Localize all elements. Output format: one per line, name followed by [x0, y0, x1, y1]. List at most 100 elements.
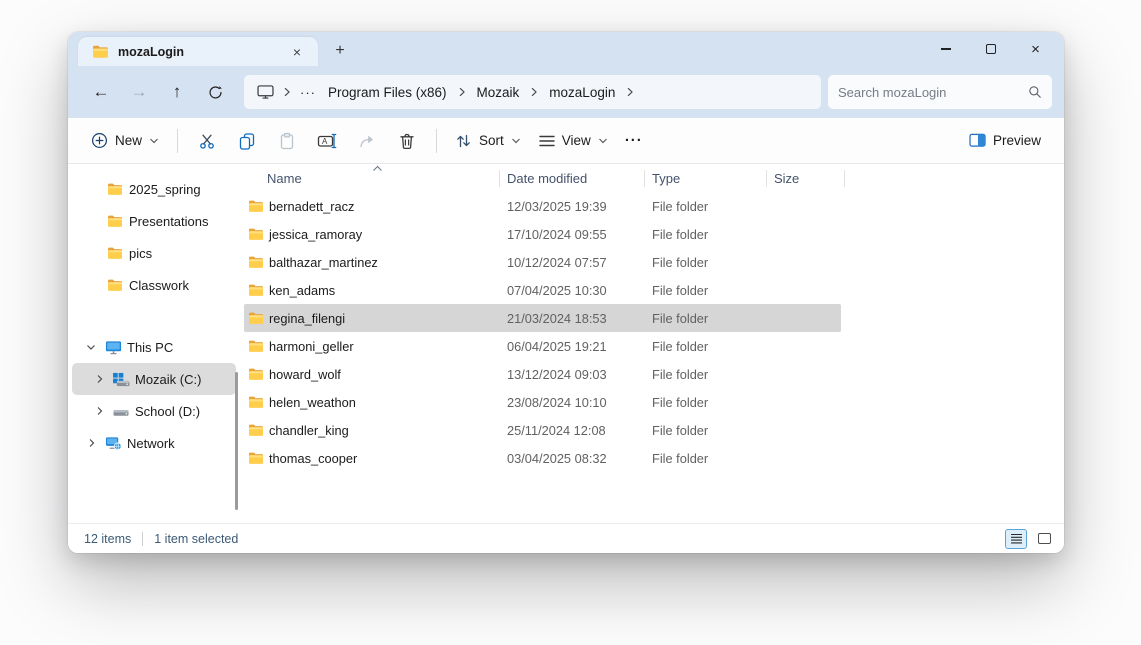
table-row[interactable]: howard_wolf 13/12/2024 09:03 File folder	[240, 360, 1064, 388]
breadcrumb-item-mozaik[interactable]: Mozaik	[470, 81, 527, 104]
sidebar-item-this-pc[interactable]: This PC	[72, 331, 236, 363]
table-row-selected[interactable]: regina_filengi 21/03/2024 18:53 File fol…	[240, 304, 1064, 332]
folder-icon	[248, 199, 264, 213]
sort-ascending-icon	[372, 165, 383, 172]
file-name: ken_adams	[269, 283, 335, 298]
folder-icon	[104, 246, 126, 260]
file-type: File folder	[645, 451, 767, 466]
date-modified: 25/11/2024 12:08	[500, 423, 645, 438]
breadcrumb-overflow-button[interactable]: ···	[295, 85, 321, 100]
chevron-right-icon	[279, 87, 295, 97]
view-button-label: View	[562, 133, 591, 148]
details-view-button[interactable]	[1005, 529, 1027, 549]
file-type: File folder	[645, 283, 767, 298]
sort-icon	[455, 133, 472, 149]
chevron-right-icon[interactable]	[80, 438, 102, 448]
minimize-button[interactable]	[923, 34, 968, 64]
file-type: File folder	[645, 255, 767, 270]
details-view-icon	[1010, 533, 1023, 544]
forward-button[interactable]: →	[120, 75, 158, 109]
file-type: File folder	[645, 199, 767, 214]
address-bar: ← → ↑ ··· Program Files (x86)	[68, 66, 1064, 118]
sidebar-item-label: This PC	[127, 340, 173, 355]
folder-icon	[248, 339, 264, 353]
search-input[interactable]	[838, 85, 1028, 100]
refresh-button[interactable]	[196, 75, 234, 109]
file-name: howard_wolf	[269, 367, 341, 382]
refresh-icon	[208, 85, 223, 100]
date-modified: 13/12/2024 09:03	[500, 367, 645, 382]
column-header-size[interactable]: Size	[767, 164, 845, 192]
status-bar: 12 items 1 item selected	[68, 523, 1064, 553]
sidebar-item-classwork[interactable]: Classwork	[72, 269, 236, 301]
list-lines-icon	[539, 134, 555, 148]
share-button[interactable]	[347, 123, 387, 159]
command-bar: New	[68, 118, 1064, 164]
table-row[interactable]: helen_weathon 23/08/2024 10:10 File fold…	[240, 388, 1064, 416]
column-header-name[interactable]: Name	[240, 164, 500, 192]
more-options-button[interactable]: ···	[617, 123, 651, 159]
new-button-label: New	[115, 133, 142, 148]
folder-icon	[92, 44, 109, 59]
search-icon[interactable]	[1028, 85, 1042, 99]
chevron-down-icon	[149, 136, 159, 145]
date-modified: 07/04/2025 10:30	[500, 283, 645, 298]
breadcrumb-item-program-files[interactable]: Program Files (x86)	[321, 81, 454, 104]
maximize-icon	[986, 44, 996, 54]
large-icons-view-button[interactable]	[1034, 530, 1054, 548]
breadcrumb-item-mozalogin[interactable]: mozaLogin	[542, 81, 622, 104]
sidebar-item-label: Classwork	[129, 278, 189, 293]
chevron-down-icon[interactable]	[80, 342, 102, 352]
rename-icon: A	[317, 132, 337, 150]
sidebar-item-presentations[interactable]: Presentations	[72, 205, 236, 237]
close-button[interactable]: ×	[1013, 34, 1058, 64]
sort-button[interactable]: Sort	[446, 126, 530, 156]
paste-button[interactable]	[267, 123, 307, 159]
column-header-type[interactable]: Type	[645, 164, 767, 192]
sidebar-item-mozaik-c[interactable]: Mozaik (C:)	[72, 363, 236, 395]
preview-button-label: Preview	[993, 133, 1041, 148]
table-row[interactable]: jessica_ramoray 17/10/2024 09:55 File fo…	[240, 220, 1064, 248]
new-tab-button[interactable]: +	[326, 38, 354, 64]
title-bar: mozaLogin × + ×	[68, 32, 1064, 66]
copy-button[interactable]	[227, 123, 267, 159]
plus-circle-icon	[91, 132, 108, 149]
file-name: thomas_cooper	[269, 451, 357, 466]
rename-button[interactable]: A	[307, 123, 347, 159]
item-count: 12 items	[84, 532, 131, 546]
preview-button[interactable]: Preview	[960, 126, 1050, 155]
up-button[interactable]: ↑	[158, 75, 196, 109]
explorer-tab[interactable]: mozaLogin ×	[78, 37, 318, 66]
folder-icon	[248, 395, 264, 409]
drive-icon	[110, 404, 132, 419]
new-button[interactable]: New	[82, 125, 168, 156]
maximize-button[interactable]	[968, 34, 1013, 64]
table-row[interactable]: ken_adams 07/04/2025 10:30 File folder	[240, 276, 1064, 304]
back-button[interactable]: ←	[82, 75, 120, 109]
table-row[interactable]: chandler_king 25/11/2024 12:08 File fold…	[240, 416, 1064, 444]
sidebar-item-2025-spring[interactable]: 2025_spring	[72, 173, 236, 205]
table-row[interactable]: balthazar_martinez 10/12/2024 07:57 File…	[240, 248, 1064, 276]
table-row[interactable]: thomas_cooper 03/04/2025 08:32 File fold…	[240, 444, 1064, 472]
tab-close-icon[interactable]: ×	[286, 41, 308, 63]
table-row[interactable]: harmoni_geller 06/04/2025 19:21 File fol…	[240, 332, 1064, 360]
toolbar-divider	[436, 129, 437, 153]
view-button[interactable]: View	[530, 126, 617, 155]
cut-button[interactable]	[187, 123, 227, 159]
close-icon: ×	[1031, 42, 1040, 57]
share-icon	[358, 132, 376, 150]
chevron-right-icon[interactable]	[88, 374, 110, 384]
sidebar-scrollbar[interactable]	[235, 372, 238, 510]
column-header-date-modified[interactable]: Date modified	[500, 164, 645, 192]
sidebar-item-school-d[interactable]: School (D:)	[72, 395, 236, 427]
folder-icon	[104, 214, 126, 228]
delete-button[interactable]	[387, 123, 427, 159]
sidebar-item-pics[interactable]: pics	[72, 237, 236, 269]
sidebar-item-network[interactable]: Network	[72, 427, 236, 459]
table-row[interactable]: bernadett_racz 12/03/2025 19:39 File fol…	[240, 192, 1064, 220]
date-modified: 06/04/2025 19:21	[500, 339, 645, 354]
chevron-right-icon[interactable]	[88, 406, 110, 416]
this-pc-crumb-icon[interactable]	[252, 81, 279, 103]
paste-icon	[278, 132, 296, 150]
search-box[interactable]	[828, 75, 1052, 109]
